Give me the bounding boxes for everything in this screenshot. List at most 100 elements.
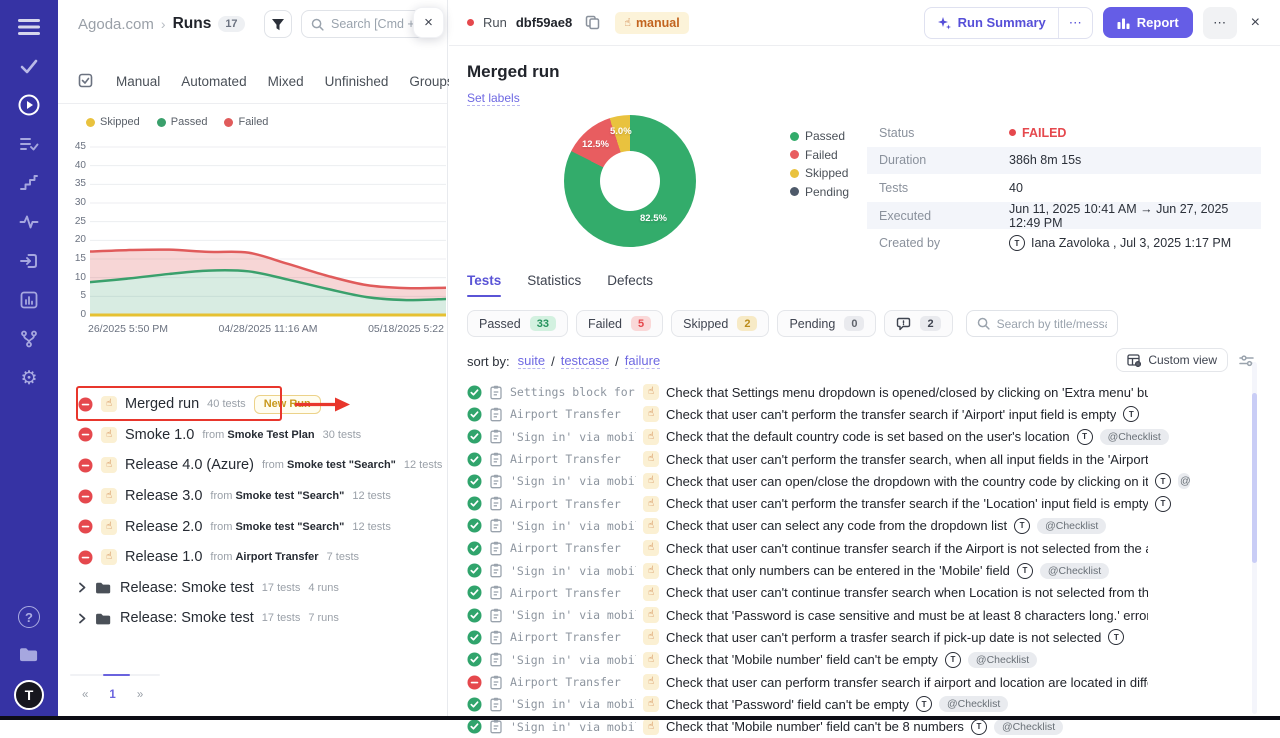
chevron-right-icon[interactable] [78, 582, 87, 593]
sort-link[interactable]: testcase [561, 353, 609, 369]
help-icon[interactable]: ? [18, 606, 40, 628]
breadcrumb-project[interactable]: Agoda.com [78, 16, 154, 33]
filter-chip[interactable]: Failed 5 [576, 310, 663, 337]
checklist-tag[interactable]: @Checklist [1037, 518, 1106, 534]
run-from-plan[interactable]: Smoke test "Search" [235, 521, 344, 533]
test-title[interactable]: Check that the default country code is s… [666, 429, 1070, 444]
custom-view-button[interactable]: Custom view [1116, 348, 1228, 372]
test-suite-name[interactable]: Airport Transfer [510, 497, 636, 511]
test-row[interactable]: Airport Transfer Check that user can't c… [467, 582, 1262, 604]
menu-icon[interactable] [16, 14, 42, 40]
test-row[interactable]: Airport Transfer Check that user can't p… [467, 492, 1262, 514]
run-list-item[interactable]: Release 1.0 from Airport Transfer 7 test… [58, 542, 447, 573]
test-title[interactable]: Check that user can't perform the transf… [666, 407, 1116, 422]
test-title[interactable]: Check that user can open/close the dropd… [666, 474, 1148, 489]
filter-chip[interactable]: Passed 33 [467, 310, 568, 337]
set-labels-link[interactable]: Set labels [467, 91, 520, 106]
close-run-detail-button[interactable]: × [1247, 12, 1264, 34]
chevron-right-icon[interactable] [78, 613, 87, 624]
tests-search-input[interactable] [997, 317, 1107, 331]
run-from-plan[interactable]: Smoke test "Search" [235, 490, 344, 502]
checklist-tag[interactable]: @Checklist [1040, 563, 1109, 579]
test-title[interactable]: Check that user can't continue transfer … [666, 541, 1148, 556]
test-title[interactable]: Check that user can't perform a trasfer … [666, 630, 1101, 645]
test-row[interactable]: 'Sign in' via mobile Check that 'Passwor… [467, 693, 1262, 715]
reports-icon[interactable] [16, 287, 42, 313]
run-name[interactable]: Release 3.0 [125, 488, 202, 504]
defects-icon[interactable] [16, 209, 42, 235]
test-row[interactable]: 'Sign in' via mobile Check that 'Passwor… [467, 604, 1262, 626]
pagination-next[interactable]: » [137, 689, 143, 701]
test-row[interactable]: Airport Transfer Check that user can't c… [467, 537, 1262, 559]
run-name[interactable]: Smoke 1.0 [125, 427, 194, 443]
test-suite-name[interactable]: Airport Transfer [510, 407, 636, 421]
runs-filter-tab[interactable]: Automated [181, 74, 246, 89]
test-title[interactable]: Check that 'Password' field can't be emp… [666, 697, 909, 712]
close-panel-button[interactable]: × [413, 7, 444, 38]
runs-filter-tab[interactable]: Groups [409, 74, 453, 89]
test-row[interactable]: 'Sign in' via mobile Check that user can… [467, 470, 1262, 492]
pagination-page-1[interactable]: 1 [109, 689, 115, 701]
run-detail-tab[interactable]: Statistics [527, 273, 581, 297]
runs-filter-tab[interactable]: Mixed [268, 74, 304, 89]
checklist-tag[interactable]: @Checklist [1100, 429, 1169, 445]
run-name[interactable]: Release 4.0 (Azure) [125, 457, 254, 473]
test-title[interactable]: Check that user can select any code from… [666, 518, 1007, 533]
test-suite-name[interactable]: Settings block for... [510, 385, 636, 399]
checklist-tag[interactable]: @Checklist [968, 652, 1037, 668]
copy-run-id-button[interactable] [583, 13, 602, 32]
test-suite-name[interactable]: Airport Transfer [510, 630, 636, 644]
test-suite-name[interactable]: 'Sign in' via mobile [510, 653, 636, 667]
scrollbar-thumb[interactable] [1252, 393, 1257, 563]
run-list-item[interactable]: Smoke 1.0 from Smoke Test Plan 30 tests [58, 420, 447, 451]
test-title[interactable]: Check that user can't perform the transf… [666, 452, 1148, 467]
test-suite-name[interactable]: Airport Transfer [510, 586, 636, 600]
runs-filter-tab[interactable]: Unfinished [325, 74, 389, 89]
run-list-item[interactable]: Release 3.0 from Smoke test "Search" 12 … [58, 481, 447, 512]
test-suite-name[interactable]: 'Sign in' via mobile [510, 720, 636, 734]
test-row[interactable]: Airport Transfer Check that user can't p… [467, 626, 1262, 648]
filter-chip[interactable]: Pending 0 [777, 310, 876, 337]
test-title[interactable]: Check that 'Mobile number' field can't b… [666, 719, 964, 734]
test-suite-name[interactable]: 'Sign in' via mobile [510, 697, 636, 711]
test-plans-icon[interactable] [16, 131, 42, 157]
test-title[interactable]: Check that user can't perform the transf… [666, 496, 1148, 511]
test-title[interactable]: Check that only numbers can be entered i… [666, 563, 1010, 578]
test-title[interactable]: Check that user can perform transfer sea… [666, 675, 1148, 690]
test-suite-name[interactable]: 'Sign in' via mobile [510, 564, 636, 578]
milestones-icon[interactable] [16, 170, 42, 196]
test-row[interactable]: Airport Transfer Check that user can't p… [467, 448, 1262, 470]
traceability-icon[interactable] [16, 326, 42, 352]
run-name[interactable]: Release 2.0 [125, 519, 202, 535]
test-cases-icon[interactable] [16, 53, 42, 79]
test-row[interactable]: Airport Transfer Check that user can per… [467, 671, 1262, 693]
select-all-icon[interactable] [78, 73, 95, 90]
more-actions-button[interactable]: ⋯ [1203, 7, 1237, 39]
test-runs-icon[interactable] [16, 92, 42, 118]
run-summary-button[interactable]: Run Summary [925, 8, 1058, 38]
checklist-tag[interactable]: @Checklist [994, 719, 1063, 735]
test-suite-name[interactable]: 'Sign in' via mobile [510, 474, 636, 488]
test-title[interactable]: Check that user can't continue transfer … [666, 585, 1148, 600]
test-suite-name[interactable]: Airport Transfer [510, 541, 636, 555]
test-suite-name[interactable]: Airport Transfer [510, 452, 636, 466]
test-row[interactable]: Settings block for... Check that Setting… [467, 381, 1262, 403]
test-title[interactable]: Check that Settings menu dropdown is ope… [666, 385, 1148, 400]
checklist-tag[interactable]: @Checklist [939, 696, 1008, 712]
test-row[interactable]: 'Sign in' via mobile Check that the defa… [467, 426, 1262, 448]
filter-button[interactable] [264, 10, 292, 38]
test-suite-name[interactable]: Airport Transfer [510, 675, 636, 689]
test-row[interactable]: 'Sign in' via mobile Check that 'Mobile … [467, 649, 1262, 671]
run-from-plan[interactable]: Smoke Test Plan [227, 429, 314, 441]
projects-folder-icon[interactable] [16, 641, 42, 667]
run-list-item[interactable]: Merged run 40 tests New Run [58, 389, 447, 420]
run-detail-tab[interactable]: Defects [607, 273, 653, 297]
test-title[interactable]: Check that 'Password is case sensitive a… [666, 608, 1148, 623]
pagination-prev[interactable]: « [82, 689, 88, 701]
test-row[interactable]: Airport Transfer Check that user can't p… [467, 403, 1262, 425]
settings-icon[interactable]: ⚙ [16, 365, 42, 391]
test-title[interactable]: Check that 'Mobile number' field can't b… [666, 652, 938, 667]
run-from-plan[interactable]: Airport Transfer [235, 551, 318, 563]
sort-link[interactable]: suite [518, 353, 545, 369]
run-list-item[interactable]: Release 2.0 from Smoke test "Search" 12 … [58, 511, 447, 542]
